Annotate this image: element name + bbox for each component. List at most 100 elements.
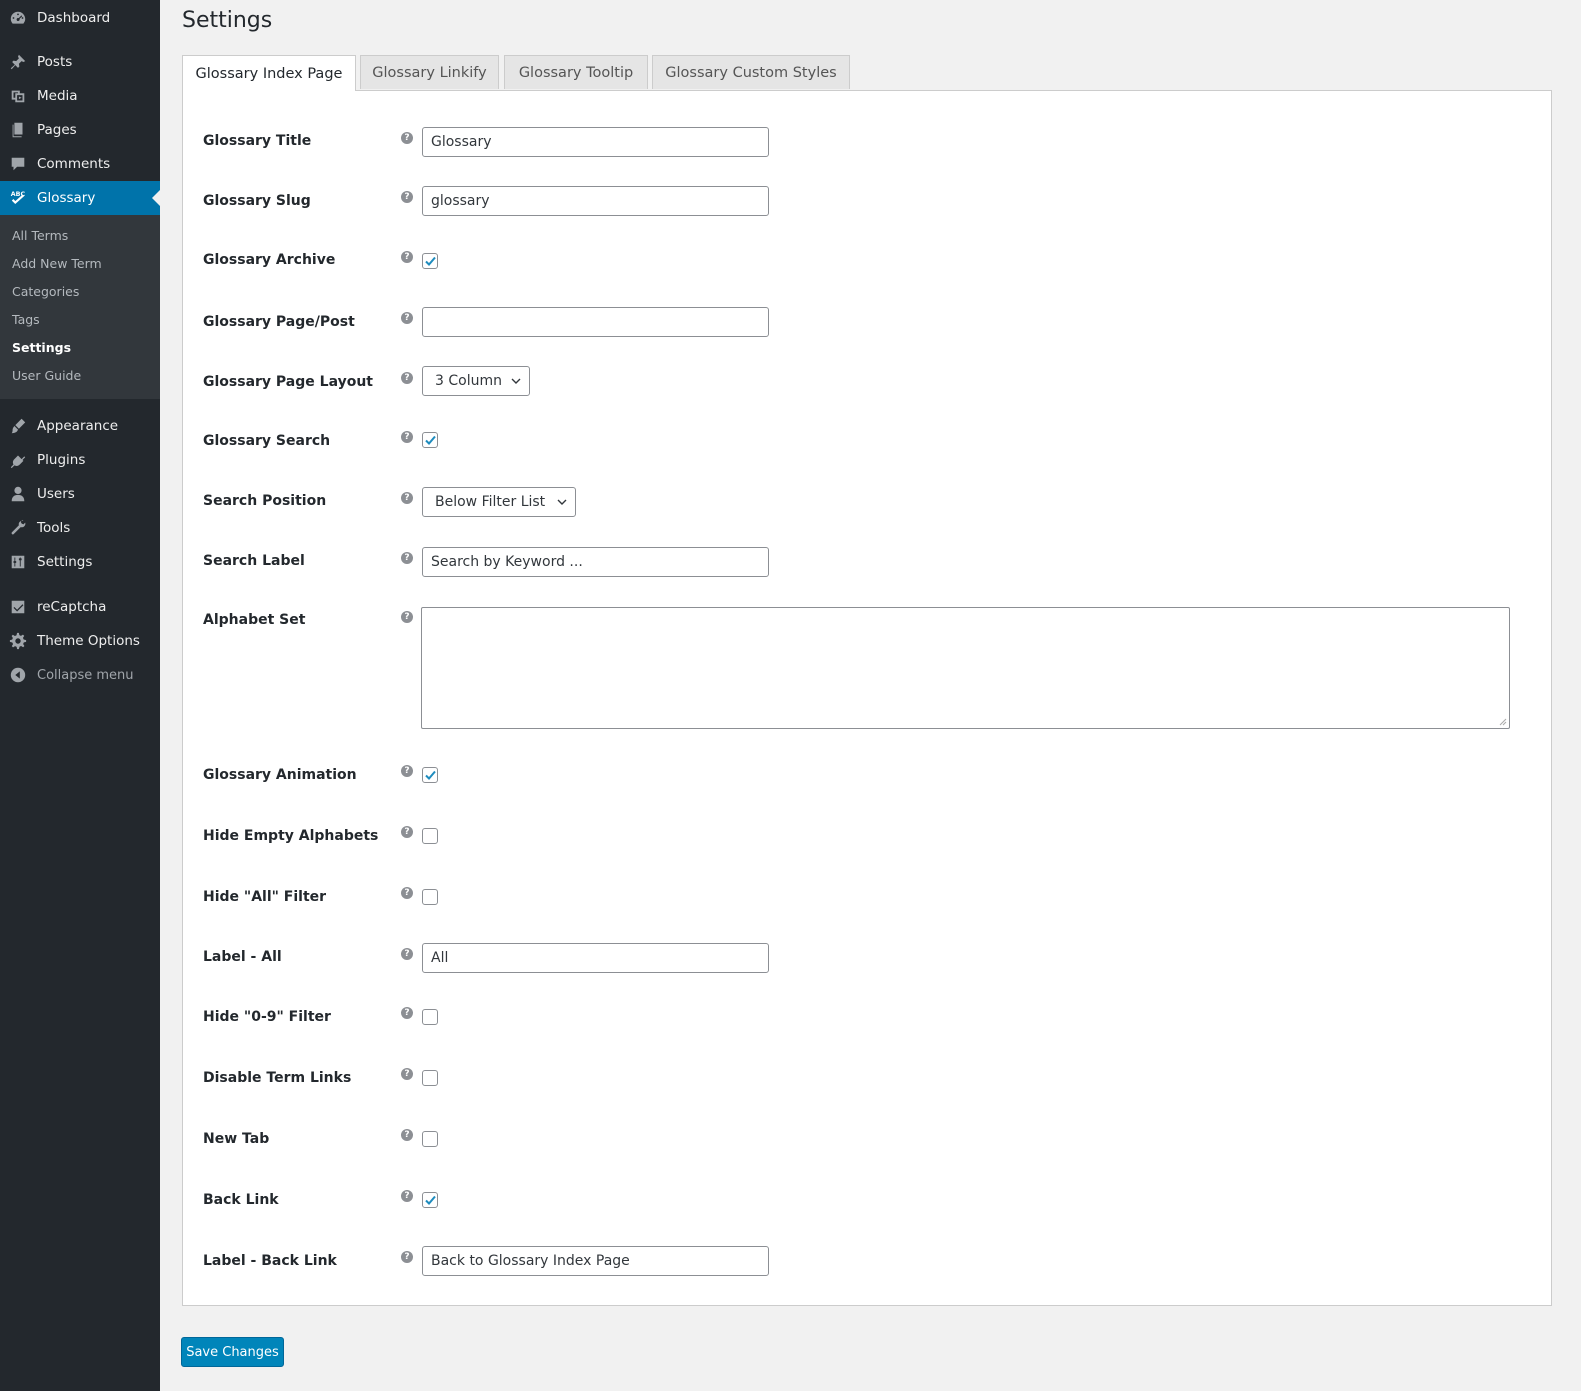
- menu-item-settings[interactable]: Settings: [0, 545, 160, 579]
- checkmark-icon: [424, 435, 436, 445]
- menu-label: Plugins: [37, 452, 86, 468]
- glossary-animation-checkbox[interactable]: [422, 767, 438, 783]
- help-icon[interactable]: ?: [401, 251, 413, 263]
- help-icon[interactable]: ?: [401, 132, 413, 144]
- field-label: Glossary Page/Post: [203, 314, 355, 330]
- hide-all-filter-checkbox[interactable]: [422, 889, 438, 905]
- disable-term-links-checkbox[interactable]: [422, 1070, 438, 1086]
- glossary-search-checkbox[interactable]: [422, 432, 438, 448]
- page-title: Settings: [182, 8, 273, 33]
- submenu-settings[interactable]: Settings: [12, 340, 71, 355]
- tab-glossary-index-page[interactable]: Glossary Index Page: [182, 55, 356, 91]
- glossary-slug-input[interactable]: [422, 186, 769, 216]
- hide-0-9-filter-checkbox[interactable]: [422, 1009, 438, 1025]
- glossary-page-post-input[interactable]: [422, 307, 769, 337]
- field-label: Hide "All" Filter: [203, 889, 327, 905]
- tab-glossary-custom-styles[interactable]: Glossary Custom Styles: [652, 55, 850, 89]
- glossary-title-input[interactable]: [422, 127, 769, 157]
- settings-sliders-icon: [8, 552, 28, 572]
- help-icon[interactable]: ?: [401, 611, 413, 623]
- search-position-select[interactable]: Below Filter List: [422, 487, 576, 517]
- field-label: Hide "0-9" Filter: [203, 1009, 331, 1025]
- field-label: Glossary Slug: [203, 193, 311, 209]
- menu-item-recaptcha[interactable]: reCaptcha: [0, 590, 160, 624]
- checkbox-icon: [8, 597, 28, 617]
- menu-label: Theme Options: [37, 633, 140, 649]
- help-icon[interactable]: ?: [401, 1007, 413, 1019]
- help-icon[interactable]: ?: [401, 191, 413, 203]
- menu-item-comments[interactable]: Comments: [0, 147, 160, 181]
- submenu-user-guide[interactable]: User Guide: [12, 368, 81, 383]
- menu-label: Media: [37, 88, 78, 104]
- help-icon[interactable]: ?: [401, 1068, 413, 1080]
- label-back-link-input[interactable]: [422, 1246, 769, 1276]
- admin-sidebar: Dashboard Posts Media Pages Comments ABC…: [0, 0, 160, 1391]
- menu-item-tools[interactable]: Tools: [0, 511, 160, 545]
- help-icon[interactable]: ?: [401, 1190, 413, 1202]
- menu-item-dashboard[interactable]: Dashboard: [0, 1, 160, 35]
- help-icon[interactable]: ?: [401, 372, 413, 384]
- search-label-input[interactable]: [422, 547, 769, 577]
- svg-text:ABC: ABC: [11, 191, 26, 198]
- field-label: New Tab: [203, 1131, 270, 1147]
- menu-label: Posts: [37, 54, 73, 70]
- menu-item-theme-options[interactable]: Theme Options: [0, 624, 160, 658]
- field-label: Search Label: [203, 553, 305, 569]
- help-icon[interactable]: ?: [401, 887, 413, 899]
- submenu-add-new-term[interactable]: Add New Term: [12, 256, 102, 271]
- hide-empty-alphabets-checkbox[interactable]: [422, 828, 438, 844]
- help-icon[interactable]: ?: [401, 492, 413, 504]
- help-icon[interactable]: ?: [401, 1129, 413, 1141]
- back-link-checkbox[interactable]: [422, 1192, 438, 1208]
- comment-icon: [8, 154, 28, 174]
- help-icon[interactable]: ?: [401, 552, 413, 564]
- help-icon[interactable]: ?: [401, 312, 413, 324]
- field-label: Glossary Animation: [203, 767, 357, 783]
- menu-item-pages[interactable]: Pages: [0, 113, 160, 147]
- pages-icon: [8, 120, 28, 140]
- menu-label: Settings: [37, 554, 93, 570]
- help-icon[interactable]: ?: [401, 431, 413, 443]
- menu-item-glossary[interactable]: ABC Glossary: [0, 181, 160, 215]
- help-icon[interactable]: ?: [401, 948, 413, 960]
- gear-icon: [8, 631, 28, 651]
- wrench-icon: [8, 518, 28, 538]
- field-label: Label - Back Link: [203, 1253, 337, 1269]
- chevron-down-icon: [511, 378, 521, 384]
- menu-label: Users: [37, 486, 75, 502]
- field-label: Glossary Search: [203, 433, 331, 449]
- menu-item-appearance[interactable]: Appearance: [0, 409, 160, 443]
- glossary-page-layout-select[interactable]: 3 Column: [422, 366, 530, 396]
- tab-glossary-tooltip[interactable]: Glossary Tooltip: [504, 55, 648, 89]
- field-label: Back Link: [203, 1192, 279, 1208]
- submenu-categories[interactable]: Categories: [12, 284, 79, 299]
- field-label: Disable Term Links: [203, 1070, 352, 1086]
- help-icon[interactable]: ?: [401, 826, 413, 838]
- menu-item-media[interactable]: Media: [0, 79, 160, 113]
- help-icon[interactable]: ?: [401, 1251, 413, 1263]
- resize-grip-icon[interactable]: [1499, 718, 1507, 726]
- glossary-submenu: All Terms Add New Term Categories Tags S…: [0, 215, 160, 399]
- plugin-icon: [8, 450, 28, 470]
- submenu-all-terms[interactable]: All Terms: [12, 228, 68, 243]
- collapse-arrow-icon: [8, 665, 28, 685]
- new-tab-checkbox[interactable]: [422, 1131, 438, 1147]
- field-label: Alphabet Set: [203, 612, 306, 628]
- glossary-archive-checkbox[interactable]: [422, 253, 438, 269]
- submenu-tags[interactable]: Tags: [12, 312, 40, 327]
- menu-label: Comments: [37, 156, 111, 172]
- user-icon: [8, 484, 28, 504]
- save-changes-button[interactable]: Save Changes: [181, 1337, 284, 1367]
- field-label: Glossary Page Layout: [203, 374, 373, 390]
- menu-label: Tools: [37, 520, 71, 536]
- alphabet-set-textarea[interactable]: [421, 607, 1510, 729]
- help-icon[interactable]: ?: [401, 765, 413, 777]
- menu-item-users[interactable]: Users: [0, 477, 160, 511]
- collapse-menu-button[interactable]: Collapse menu: [0, 658, 160, 692]
- label-all-input[interactable]: [422, 943, 769, 973]
- field-label: Search Position: [203, 493, 327, 509]
- menu-item-plugins[interactable]: Plugins: [0, 443, 160, 477]
- menu-label: reCaptcha: [37, 599, 107, 615]
- menu-item-posts[interactable]: Posts: [0, 45, 160, 79]
- tab-glossary-linkify[interactable]: Glossary Linkify: [360, 55, 499, 89]
